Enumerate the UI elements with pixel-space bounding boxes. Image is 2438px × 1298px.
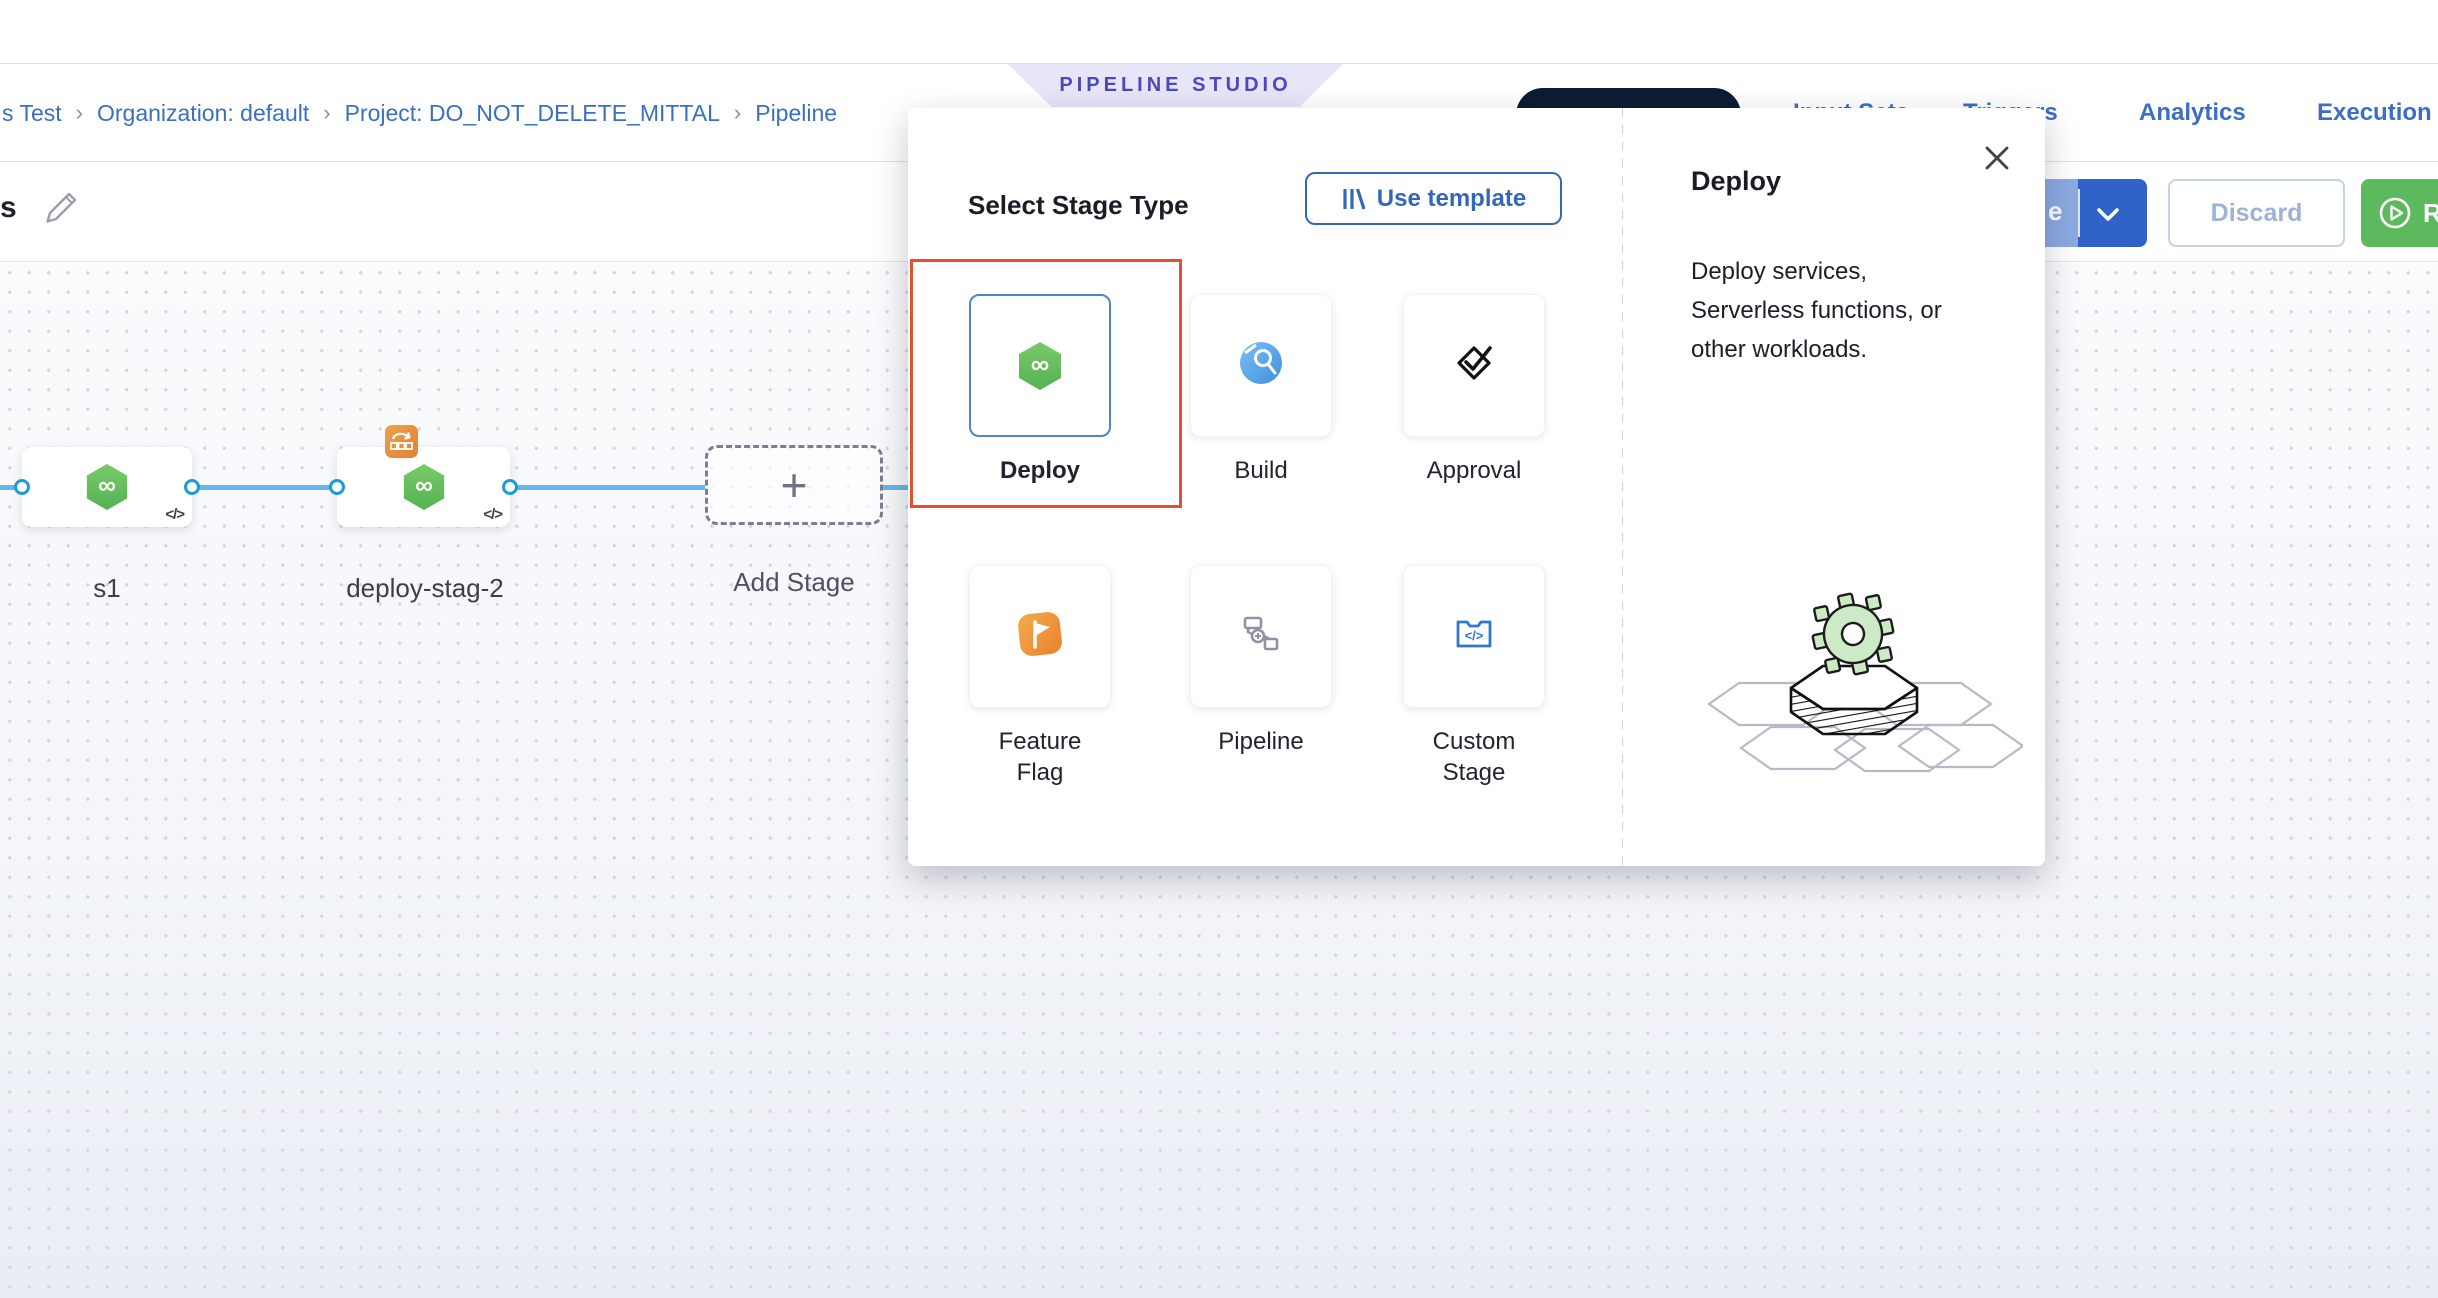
stage-type-card-build[interactable]	[1190, 294, 1332, 437]
yaml-code-icon[interactable]: </>	[483, 506, 502, 523]
feature-flag-icon	[1015, 609, 1065, 664]
looping-strategy-icon[interactable]	[385, 425, 418, 458]
stage-type-label: Feature Flag	[980, 726, 1100, 788]
breadcrumb: s Test › Organization: default › Project…	[2, 93, 837, 133]
popover-title: Select Stage Type	[968, 190, 1189, 221]
breadcrumb-item-pipeline[interactable]: Pipeline	[755, 100, 837, 127]
detail-panel-title: Deploy	[1691, 166, 1781, 197]
detail-panel-description: Deploy services, Serverless functions, o…	[1691, 252, 1949, 369]
close-icon[interactable]	[1983, 144, 2011, 172]
stage-type-card-pipeline[interactable]	[1190, 565, 1332, 708]
add-stage-button[interactable]: +	[705, 445, 883, 525]
breadcrumb-separator: ›	[323, 100, 330, 126]
approval-diamond-check-icon	[1450, 339, 1498, 392]
plus-icon: +	[781, 458, 808, 512]
pipeline-edge	[883, 485, 910, 490]
select-stage-type-popover: Select Stage Type Use template ∞	[908, 108, 2045, 866]
stage-node-deploy-stag-2[interactable]: ∞ </>	[337, 447, 510, 527]
node-port[interactable]	[14, 479, 30, 495]
save-button-label: e	[2048, 196, 2062, 227]
stage-detail-panel: Deploy Deploy services, Serverless funct…	[1623, 108, 2045, 866]
add-stage-label: Add Stage	[705, 567, 883, 598]
cd-hexagon-infinity-icon: ∞	[84, 462, 130, 512]
use-template-label: Use template	[1377, 185, 1526, 213]
stage-type-card-feature-flag[interactable]	[969, 565, 1111, 708]
stage-type-label: Approval	[1394, 455, 1554, 486]
save-split-divider	[2078, 189, 2080, 237]
pipeline-edge	[510, 485, 705, 490]
svg-text:∞: ∞	[415, 472, 433, 500]
use-template-button[interactable]: Use template	[1305, 172, 1562, 225]
svg-text:∞: ∞	[98, 472, 116, 500]
yaml-code-icon[interactable]: </>	[165, 506, 184, 523]
tab-executions[interactable]: Execution	[2317, 95, 2432, 131]
breadcrumb-item-organization[interactable]: Organization: default	[97, 100, 309, 127]
node-port[interactable]	[184, 479, 200, 495]
tab-analytics[interactable]: Analytics	[2139, 95, 2246, 131]
node-port[interactable]	[329, 479, 345, 495]
stage-node-label: deploy-stag-2	[330, 573, 520, 604]
stage-node-s1[interactable]: ∞ </>	[22, 447, 192, 527]
pipeline-studio-badge: PIPELINE STUDIO	[1008, 64, 1343, 107]
edit-pencil-icon[interactable]	[42, 189, 80, 232]
top-strip	[0, 0, 2438, 64]
chevron-down-icon[interactable]	[2096, 207, 2120, 227]
run-button[interactable]: R	[2361, 179, 2438, 247]
pipeline-edge	[192, 485, 337, 490]
deploy-hexagons-illustration	[1693, 586, 2023, 801]
stage-type-label: Build	[1181, 455, 1341, 486]
stage-type-card-approval[interactable]	[1403, 294, 1545, 437]
node-port[interactable]	[502, 479, 518, 495]
stage-type-label: Custom Stage	[1414, 726, 1534, 788]
discard-button[interactable]: Discard	[2168, 179, 2345, 247]
red-highlight-rectangle	[910, 259, 1182, 508]
pipeline-name-fragment: s	[0, 191, 17, 225]
breadcrumb-separator: ›	[76, 100, 83, 126]
breadcrumb-item-account[interactable]: s Test	[2, 100, 62, 127]
stage-type-card-custom-stage[interactable]: </>	[1403, 565, 1545, 708]
ci-sphere-magnifier-icon	[1237, 339, 1285, 392]
stage-node-label: s1	[22, 573, 192, 604]
breadcrumb-separator: ›	[734, 100, 741, 126]
breadcrumb-item-project[interactable]: Project: DO_NOT_DELETE_MITTAL	[345, 100, 720, 127]
cd-hexagon-infinity-icon: ∞	[401, 462, 447, 512]
stage-type-label: Pipeline	[1181, 726, 1341, 757]
template-library-icon	[1341, 187, 1367, 211]
custom-stage-code-icon: </>	[1450, 610, 1498, 663]
pipeline-chain-icon	[1238, 611, 1284, 662]
svg-text:</>: </>	[1465, 628, 1484, 643]
play-circle-icon	[2377, 195, 2413, 231]
run-button-label: R	[2423, 198, 2438, 229]
